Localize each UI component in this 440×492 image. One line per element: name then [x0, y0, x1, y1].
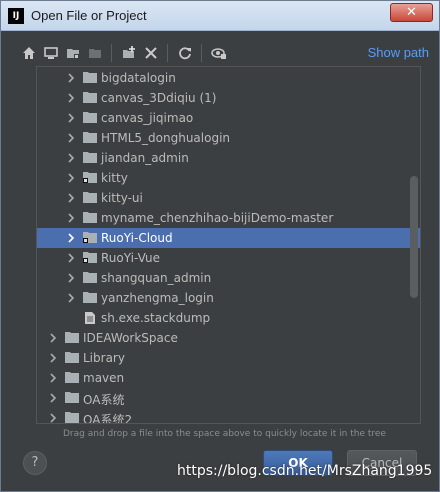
tree-item-label: kitty-ui: [101, 191, 143, 205]
folder-icon: [83, 91, 97, 103]
chevron-right-icon[interactable]: [65, 91, 77, 105]
desktop-icon[interactable]: [41, 43, 61, 63]
chevron-right-icon[interactable]: [47, 351, 59, 365]
folder-icon: [65, 351, 79, 363]
tree-item[interactable]: OA系统: [37, 388, 420, 408]
tree-item[interactable]: OA系统2: [37, 408, 420, 424]
chevron-right-icon[interactable]: [47, 331, 59, 345]
tree-item-label: canvas_3Ddiqiu (1): [101, 91, 217, 105]
folder-icon: [83, 111, 97, 123]
help-button[interactable]: ?: [23, 451, 47, 475]
project-folder-icon[interactable]: [63, 43, 83, 63]
tree-item-label: canvas_jiqimao: [101, 111, 194, 125]
folder-icon: [65, 371, 79, 383]
chevron-right-icon[interactable]: [65, 291, 77, 305]
toolbar-separator: [201, 44, 202, 62]
drag-drop-hint: Drag and drop a file into the space abov…: [63, 429, 386, 439]
chevron-right-icon[interactable]: [65, 111, 77, 125]
tree-item-label: sh.exe.stackdump: [101, 311, 211, 325]
home-icon[interactable]: [19, 43, 39, 63]
project-folder-icon: [83, 171, 97, 183]
folder-icon: [83, 191, 97, 203]
toolbar-separator: [167, 44, 168, 62]
tree-item[interactable]: HTML5_donghualogin: [37, 128, 420, 148]
chevron-right-icon[interactable]: [65, 271, 77, 285]
tree-item[interactable]: RuoYi-Vue: [37, 248, 420, 268]
window-title: Open File or Project: [31, 8, 147, 23]
chevron-right-icon[interactable]: [47, 391, 59, 405]
title-bar: IJ Open File or Project ✕: [1, 1, 439, 31]
tree-item[interactable]: RuoYi-Cloud: [37, 228, 420, 248]
toolbar: Show path: [19, 40, 429, 66]
watermark: https://blog.csdn.net/MrsZhang1995: [177, 463, 433, 479]
tree-item[interactable]: sh.exe.stackdump: [37, 308, 420, 328]
chevron-right-icon[interactable]: [65, 211, 77, 225]
tree-item[interactable]: bigdatalogin: [37, 68, 420, 88]
folder-icon: [65, 411, 79, 423]
tree-item-label: OA系统2: [83, 413, 133, 424]
chevron-right-icon[interactable]: [65, 251, 77, 265]
tree-item-label: maven: [83, 371, 125, 385]
chevron-right-icon[interactable]: [65, 191, 77, 205]
tree-item[interactable]: canvas_jiqimao: [37, 108, 420, 128]
tree-item-label: jiandan_admin: [101, 151, 189, 165]
project-folder-icon: [83, 251, 97, 263]
tree-item-label: RuoYi-Vue: [101, 251, 160, 265]
folder-icon: [83, 291, 97, 303]
tree-item-label: IDEAWorkSpace: [83, 331, 178, 345]
tree-item-label: yanzhengma_login: [101, 291, 214, 305]
tree-item-label: myname_chenzhihao-bijiDemo-master: [101, 211, 334, 225]
file-icon: [83, 311, 97, 324]
chevron-right-icon[interactable]: [65, 131, 77, 145]
tree-item-label: bigdatalogin: [101, 71, 176, 85]
tree-item[interactable]: jiandan_admin: [37, 148, 420, 168]
close-button[interactable]: ✕: [390, 3, 433, 22]
chevron-right-icon[interactable]: [47, 411, 59, 423]
open-file-dialog: IJ Open File or Project ✕ Show path bigd…: [0, 0, 440, 492]
tree-item[interactable]: myname_chenzhihao-bijiDemo-master: [37, 208, 420, 228]
folder-icon: [65, 331, 79, 343]
tree-item[interactable]: shangquan_admin: [37, 268, 420, 288]
chevron-right-icon[interactable]: [65, 231, 77, 245]
chevron-right-icon[interactable]: [65, 151, 77, 165]
new-folder-icon[interactable]: [119, 43, 139, 63]
project-folder-icon: [83, 231, 97, 243]
tree-item[interactable]: kitty-ui: [37, 188, 420, 208]
folder-icon: [65, 391, 79, 403]
delete-icon[interactable]: [141, 43, 161, 63]
tree-item-label: shangquan_admin: [101, 271, 212, 285]
tree-item[interactable]: Library: [37, 348, 420, 368]
refresh-icon[interactable]: [175, 43, 195, 63]
file-tree[interactable]: bigdatalogin canvas_3Ddiqiu (1) canvas_jiq…: [36, 66, 421, 424]
tree-item[interactable]: kitty: [37, 168, 420, 188]
module-folder-icon[interactable]: [85, 43, 105, 63]
tree-item[interactable]: maven: [37, 368, 420, 388]
tree-item-label: Library: [83, 351, 125, 365]
tree-item[interactable]: canvas_3Ddiqiu (1): [37, 88, 420, 108]
chevron-right-icon[interactable]: [65, 71, 77, 85]
tree-item[interactable]: IDEAWorkSpace: [37, 328, 420, 348]
folder-icon: [83, 71, 97, 83]
tree-item-label: RuoYi-Cloud: [101, 231, 173, 245]
folder-icon: [83, 131, 97, 143]
chevron-right-icon[interactable]: [47, 371, 59, 385]
show-path-link[interactable]: Show path: [368, 45, 429, 60]
toolbar-separator: [111, 44, 112, 62]
intellij-app-icon: IJ: [8, 8, 24, 24]
toggle-hidden-files-icon[interactable]: [209, 43, 229, 63]
folder-icon: [83, 151, 97, 163]
tree-item-label: OA系统: [83, 393, 125, 407]
folder-icon: [83, 211, 97, 223]
tree-scrollbar[interactable]: [410, 176, 418, 298]
chevron-right-icon[interactable]: [65, 171, 77, 185]
tree-item-label: kitty: [101, 171, 128, 185]
folder-icon: [83, 271, 97, 283]
tree-item-label: HTML5_donghualogin: [101, 131, 231, 145]
tree-item[interactable]: yanzhengma_login: [37, 288, 420, 308]
